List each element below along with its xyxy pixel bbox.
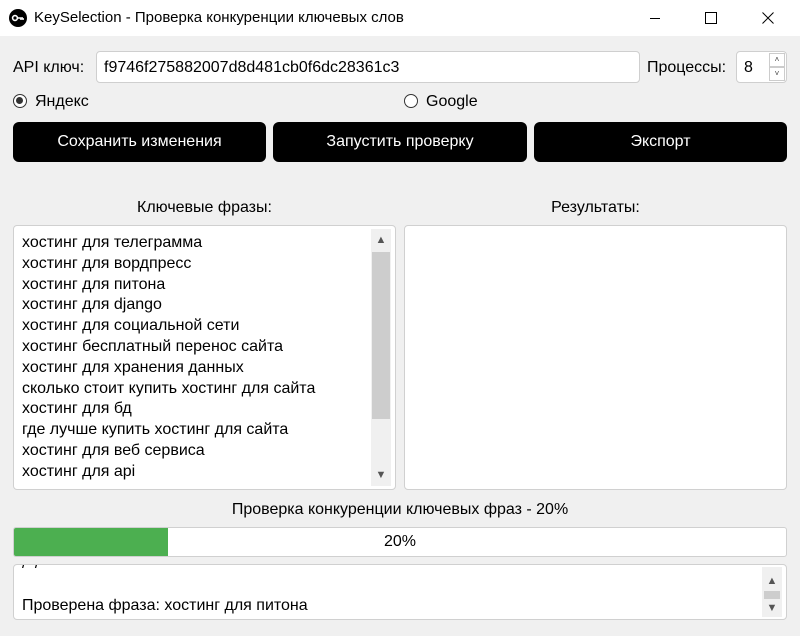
keywords-header: Ключевые фразы: (137, 199, 272, 216)
maximize-button[interactable] (688, 0, 734, 36)
results-header: Результаты: (551, 199, 640, 216)
keywords-scrollbar-thumb[interactable] (372, 252, 390, 419)
close-button[interactable] (745, 0, 791, 36)
keyword-item: хостинг для django (22, 296, 162, 314)
keyword-item: сколько стоит купить хостинг для сайта (22, 379, 316, 397)
keyword-item: хостинг бесплатный перенос сайта (22, 337, 283, 355)
save-changes-button[interactable]: Сохранить изменения (13, 122, 266, 162)
keyword-item: хостинг для вордпресс (22, 254, 192, 272)
log-previous-line-fragment: / / (22, 565, 41, 573)
spin-down-arrow-icon[interactable]: ˅ (769, 67, 785, 81)
spin-up-arrow-icon[interactable]: ˄ (769, 53, 785, 67)
export-button[interactable]: Экспорт (534, 122, 787, 162)
keywords-list: хостинг для телеграмма хостинг для вордпр… (22, 233, 315, 483)
close-icon (762, 12, 774, 24)
log-textarea[interactable]: / / Проверена фраза: хостинг для питона … (13, 564, 787, 620)
minimize-button[interactable] (632, 0, 678, 36)
yandex-radio-label[interactable]: Яндекс (35, 93, 89, 111)
key-icon (9, 9, 27, 27)
window-title: KeySelection - Проверка конкуренции ключ… (34, 9, 404, 26)
keyword-item: хостинг для телеграмма (22, 234, 203, 251)
maximize-icon (705, 12, 717, 24)
keyword-item: хостинг для социальной сети (22, 317, 240, 335)
log-scrollbar-thumb[interactable] (764, 591, 780, 599)
progress-percent: 20% (383, 533, 417, 550)
processes-spinbox[interactable]: 8 ˄ ˅ (736, 51, 787, 83)
keyword-item: хостинг для хранения данных (22, 358, 244, 376)
keyword-item: где лучше купить хостинг для сайта (22, 421, 289, 439)
api-key-input[interactable]: f9746f275882007d8d481cb0f6dc28361c3 (96, 51, 640, 83)
keyword-item: хостинг для бд (22, 400, 132, 418)
results-textarea[interactable] (404, 225, 787, 490)
log-scroll-down-arrow-icon[interactable]: ▼ (763, 602, 781, 614)
processes-value: 8 (744, 59, 753, 76)
processes-label: Процессы: (647, 59, 727, 76)
api-key-value: f9746f275882007d8d481cb0f6dc28361c3 (104, 59, 400, 76)
progress-status-text: Проверка конкуренции ключевых фраз - 20% (231, 501, 569, 518)
minimize-icon (650, 18, 660, 19)
log-last-line: Проверена фраза: хостинг для питона (22, 597, 308, 614)
keyword-item: хостинг для api (22, 462, 136, 480)
google-radio-label[interactable]: Google (426, 93, 478, 111)
api-key-label: API ключ: (13, 59, 85, 76)
run-check-button[interactable]: Запустить проверку (273, 122, 527, 162)
title-bar: KeySelection - Проверка конкуренции ключ… (0, 0, 800, 36)
scroll-down-arrow-icon[interactable]: ▼ (372, 469, 390, 481)
yandex-radio[interactable] (13, 94, 27, 108)
keyword-item: хостинг для питона (22, 275, 166, 293)
progress-bar: 20% (13, 527, 787, 557)
scroll-up-arrow-icon[interactable]: ▲ (372, 234, 390, 246)
keyword-item: хостинг для веб сервиса (22, 441, 205, 459)
log-scroll-up-arrow-icon[interactable]: ▲ (763, 575, 781, 587)
google-radio[interactable] (404, 94, 418, 108)
